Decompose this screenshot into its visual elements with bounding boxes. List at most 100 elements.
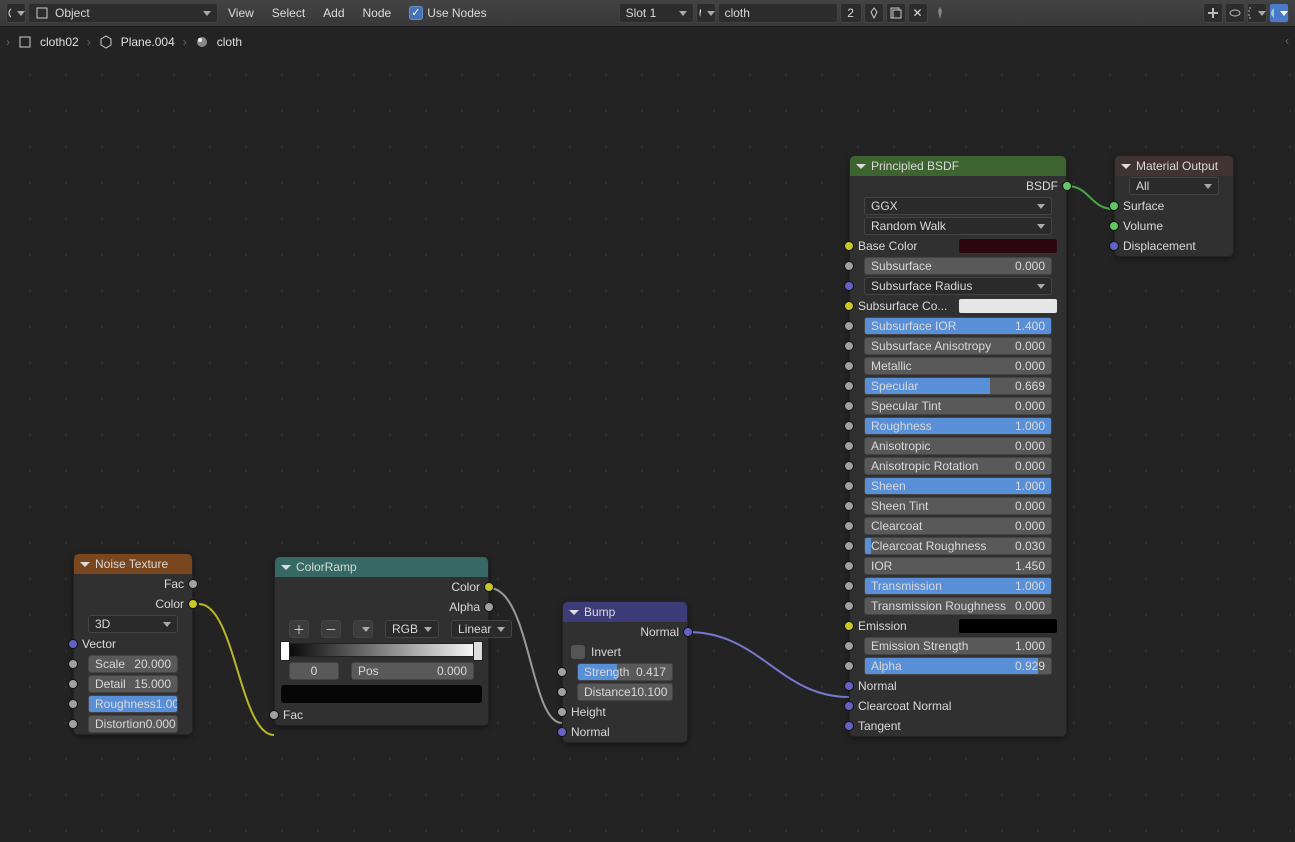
backdrop-icon[interactable] [1225,3,1245,23]
socket-color: Color [155,597,184,611]
base-color-swatch[interactable] [958,238,1058,254]
menu-select[interactable]: Select [264,6,313,20]
stop-color-swatch[interactable] [281,685,482,703]
param-slider[interactable]: Subsurface Anisotropy0.000 [864,337,1052,355]
editor-type-icon[interactable] [6,3,26,23]
remove-stop-button[interactable]: － [321,620,341,638]
param-slider[interactable]: Scale20.000 [88,655,178,673]
flip-button[interactable] [353,620,373,638]
dimensions-select[interactable]: 3D [88,615,178,633]
strength-slider[interactable]: Strength0.417 [577,663,673,681]
node-title[interactable]: Principled BSDF [850,156,1066,176]
material-icon [195,35,209,49]
socket-clearcoat-normal: Clearcoat Normal [858,699,951,713]
socket-vector: Vector [82,637,116,651]
socket-normal: Normal [640,625,679,639]
param-slider[interactable]: Anisotropic0.000 [864,437,1052,455]
emission-swatch[interactable] [958,618,1058,634]
param-slider[interactable]: Distortion0.000 [88,715,178,733]
param-slider[interactable]: Sheen Tint0.000 [864,497,1052,515]
stop-position[interactable]: Pos0.000 [351,662,474,680]
material-name-field[interactable]: cloth [718,3,838,23]
menu-add[interactable]: Add [315,6,352,20]
param-slider[interactable]: Subsurface IOR1.400 [864,317,1052,335]
users-count[interactable]: 2 [840,3,862,23]
fake-user-icon[interactable] [864,3,884,23]
crumb-object[interactable]: Plane.004 [121,35,175,49]
interpolation-select[interactable]: Linear [451,620,512,638]
param-slider[interactable]: Specular Tint0.000 [864,397,1052,415]
menu-view[interactable]: View [220,6,262,20]
sss-color-label: Subsurface Co... [858,299,947,313]
sss-radius[interactable]: Subsurface Radius [864,277,1052,295]
distance-slider[interactable]: Distance10.100 [577,683,673,701]
chevron-icon: › [6,35,10,49]
add-stop-button[interactable]: ＋ [289,620,309,638]
base-color-label: Base Color [858,239,917,253]
material-name: cloth [725,6,750,20]
param-slider[interactable]: Metallic0.000 [864,357,1052,375]
param-slider[interactable]: Roughness1.000 [864,417,1052,435]
target-select[interactable]: All [1129,177,1219,195]
chevron-left-icon[interactable]: › [1285,35,1289,49]
node-noise-texture[interactable]: Noise Texture Fac Color 3D Vector Scale2… [73,553,193,735]
socket-volume: Volume [1123,219,1163,233]
param-slider[interactable]: Clearcoat0.000 [864,517,1052,535]
mode-label: Object [55,6,90,20]
node-principled-bsdf[interactable]: Principled BSDF BSDF GGX Random Walk Bas… [849,155,1067,737]
node-material-output[interactable]: Material Output All Surface Volume Displ… [1114,155,1234,257]
new-material-icon[interactable] [886,3,906,23]
param-slider[interactable]: Roughness1.000 [88,695,178,713]
color-stop[interactable] [473,641,483,661]
pin-icon[interactable] [930,3,950,23]
sss-method-select[interactable]: Random Walk [864,217,1052,235]
chevron-icon: › [183,35,187,49]
node-title[interactable]: ColorRamp [275,557,488,577]
param-slider[interactable]: Transmission1.000 [864,577,1052,595]
menu-node[interactable]: Node [355,6,400,20]
invert-checkbox[interactable] [571,645,585,659]
use-nodes-checkbox[interactable] [409,6,423,20]
snap-icon[interactable] [1247,3,1267,23]
stop-index[interactable]: 0 [289,662,339,680]
param-slider[interactable]: Subsurface0.000 [864,257,1052,275]
distribution-select[interactable]: GGX [864,197,1052,215]
slot-label: Slot 1 [626,6,657,20]
overlay-icon[interactable] [1203,3,1223,23]
param-slider[interactable]: Clearcoat Roughness0.030 [864,537,1052,555]
node-title[interactable]: Bump [563,602,687,622]
object-icon [99,35,113,49]
crumb-scene[interactable]: cloth02 [40,35,79,49]
param-slider[interactable]: Transmission Roughness0.000 [864,597,1052,615]
node-title[interactable]: Material Output [1115,156,1233,176]
socket-fac: Fac [164,577,184,591]
node-editor-header: Object View Select Add Node Use Nodes Sl… [0,0,1295,27]
use-nodes-label: Use Nodes [427,6,486,20]
node-title[interactable]: Noise Texture [74,554,192,574]
param-slider[interactable]: Sheen1.000 [864,477,1052,495]
socket-surface: Surface [1123,199,1164,213]
param-slider[interactable]: Detail15.000 [88,675,178,693]
socket-displacement: Displacement [1123,239,1196,253]
material-browse-icon[interactable] [696,3,716,23]
socket-fac: Fac [283,708,303,722]
color-stop[interactable] [280,641,290,661]
param-slider[interactable]: Specular0.669 [864,377,1052,395]
breadcrumb: › cloth02 › Plane.004 › cloth › [0,27,1295,57]
param-slider[interactable]: IOR1.450 [864,557,1052,575]
color-mode-select[interactable]: RGB [385,620,439,638]
gradient-editor[interactable] [281,643,482,657]
slot-select[interactable]: Slot 1 [619,3,694,23]
unlink-icon[interactable]: ✕ [908,3,928,23]
param-slider[interactable]: Alpha0.929 [864,657,1052,675]
param-slider[interactable]: Emission Strength1.000 [864,637,1052,655]
interaction-mode-select[interactable]: Object [28,3,218,23]
node-bump[interactable]: Bump Normal Invert Strength0.417 Distanc… [562,601,688,743]
socket-bsdf: BSDF [1026,179,1058,193]
node-color-ramp[interactable]: ColorRamp Color Alpha ＋ － RGB Linear 0 P… [274,556,489,726]
scene-icon [18,35,32,49]
param-slider[interactable]: Anisotropic Rotation0.000 [864,457,1052,475]
crumb-material[interactable]: cloth [217,35,242,49]
sss-color-swatch[interactable] [958,298,1058,314]
shading-icon[interactable] [1269,3,1289,23]
